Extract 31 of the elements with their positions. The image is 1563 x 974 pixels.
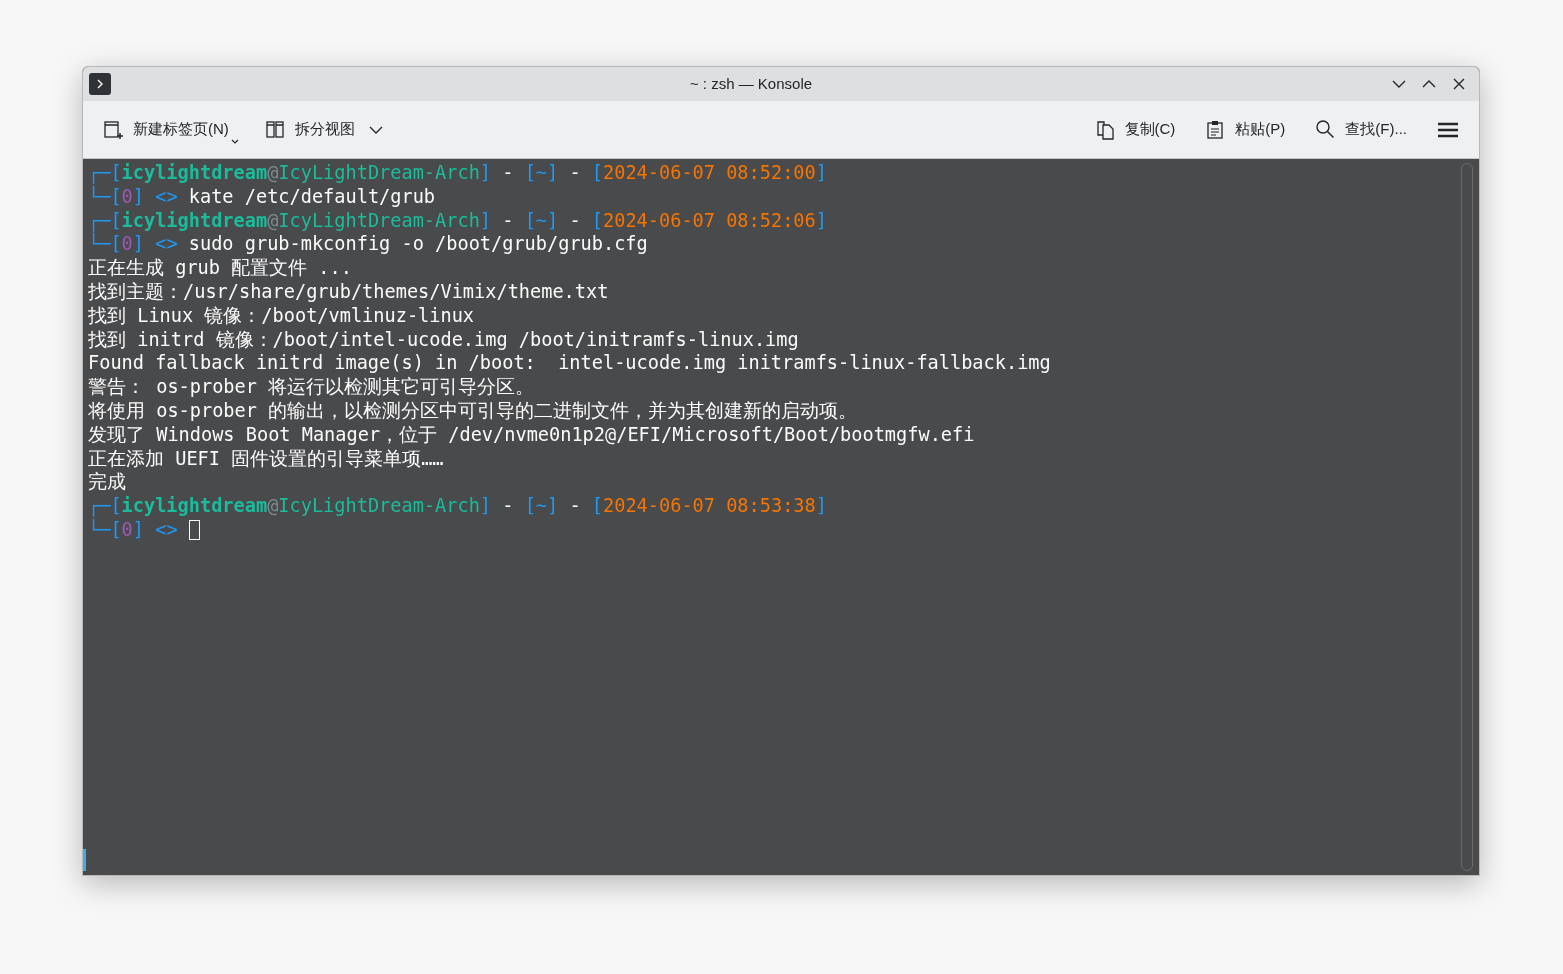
close-icon[interactable] — [1451, 76, 1467, 92]
terminal-line: 找到 initrd 镜像：/boot/intel-ucode.img /boot/initramfs-linux.img — [88, 327, 799, 352]
split-view-icon — [264, 118, 287, 141]
split-button[interactable]: 拆分视图 — [264, 118, 383, 141]
copy-button[interactable]: 复制(C) — [1094, 118, 1176, 141]
terminal-line: 找到主题：/usr/share/grub/themes/Vimix/theme.txt — [88, 280, 609, 304]
terminal-line: ┌─[icylightdream@IcyLightDream-Arch] - [~] - [2024-06-07 08:53:38] — [88, 494, 827, 518]
terminal-line: 将使用 os-prober 的输出，以检测分区中可引导的二进制文件，并为其创建新的启动项。 — [88, 398, 858, 423]
terminal-line: ┌─[icylightdream@IcyLightDream-Arch] - [~] - [2024-06-07 08:52:00] — [88, 161, 827, 185]
find-button[interactable]: 查找(F)... — [1315, 118, 1407, 141]
terminal-app-icon — [89, 73, 111, 95]
copy-icon — [1094, 118, 1117, 141]
terminal-line: 警告： os-prober 将运行以检测其它可引导分区。 — [88, 375, 535, 399]
new-tab-button[interactable]: 新建标签页(N) — [103, 118, 239, 141]
terminal-line: └─[0] <> sudo grub-mkconfig -o /boot/grub/grub.cfg — [88, 232, 648, 257]
cursor-marker — [83, 849, 86, 871]
dropdown-caret-icon — [230, 138, 239, 145]
terminal-line: 正在生成 grub 配置文件 ... — [88, 256, 352, 280]
terminal-line: ┌─[icylightdream@IcyLightDream-Arch] - [~] - [2024-06-07 08:52:06] — [88, 208, 827, 233]
window-title: ~ : zsh — Konsole — [689, 73, 813, 94]
terminal-line: 正在添加 UEFI 固件设置的引导菜单项…… — [88, 446, 444, 471]
terminal-line: Found fallback initrd image(s) in /boot: intel-ucode.img initramfs-linux-fallback.img — [88, 351, 1051, 376]
terminal-line: 完成 — [88, 470, 126, 495]
paste-button[interactable]: 粘贴(P) — [1205, 118, 1286, 141]
terminal-line: └─[0] <> kate /etc/default/grub — [88, 184, 436, 209]
terminal-line: └─[0] <> — [88, 517, 200, 542]
dropdown-caret-icon — [368, 124, 383, 135]
new-tab-icon — [103, 118, 125, 141]
terminal-line: 找到 Linux 镜像：/boot/vmlinuz-linux — [88, 303, 475, 328]
terminal-line: 发现了 Windows Boot Manager，位于 /dev/nvme0n1p2@/EFI/Microsoft/Boot/bootmgfw.efi — [88, 422, 975, 447]
menu-icon[interactable] — [1437, 120, 1459, 139]
